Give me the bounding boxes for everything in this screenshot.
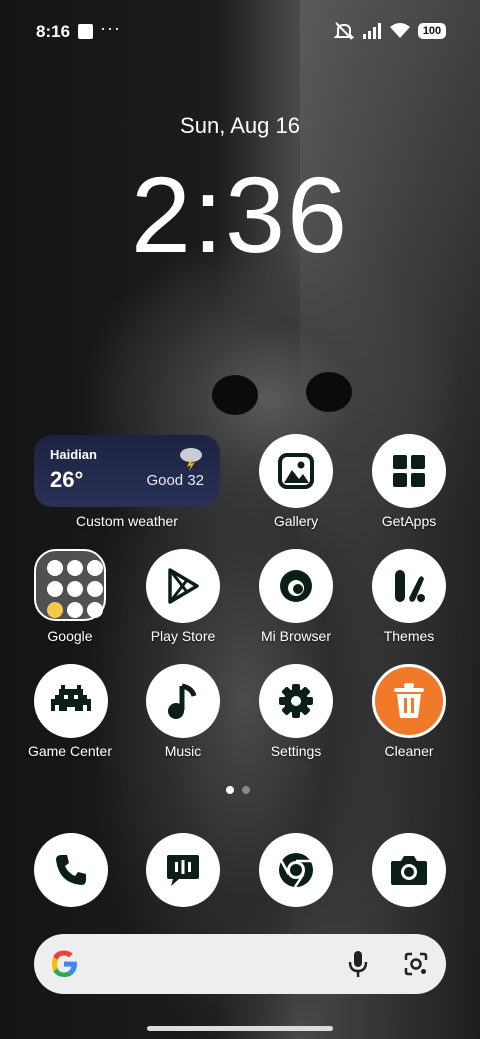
weather-label: Custom weather	[76, 513, 178, 529]
dock-chrome[interactable]	[259, 833, 333, 907]
dock-camera[interactable]	[372, 833, 446, 907]
weather-aqi: Good 32	[146, 472, 204, 489]
browser-icon	[280, 570, 312, 602]
google-search-bar[interactable]	[34, 934, 446, 994]
play-store-icon	[168, 568, 199, 604]
app-cleaner-label: Cleaner	[384, 743, 434, 759]
notification-icon	[78, 24, 93, 39]
dock-messages[interactable]	[146, 833, 220, 907]
app-getapps-label: GetApps	[381, 513, 437, 529]
folder-app-assistant-icon	[67, 602, 83, 618]
app-gallery[interactable]	[259, 434, 333, 508]
thunderstorm-icon	[180, 448, 202, 471]
weather-widget[interactable]: Haidian 26° Good 32	[34, 435, 220, 507]
lens-icon[interactable]	[403, 951, 429, 977]
app-game-center[interactable]	[34, 664, 108, 738]
owl-eye-right	[306, 372, 352, 412]
app-mi-browser[interactable]	[259, 549, 333, 623]
app-themes-label: Themes	[383, 628, 435, 644]
music-icon	[168, 683, 197, 719]
app-gallery-label: Gallery	[273, 513, 319, 529]
lock-clock: 2:36	[130, 154, 350, 275]
owl-eye-left	[212, 375, 258, 415]
microphone-icon[interactable]	[347, 949, 369, 979]
google-logo-icon	[51, 950, 77, 977]
app-settings-label: Settings	[270, 743, 322, 759]
status-time: 8:16	[36, 22, 71, 41]
dock-phone[interactable]	[34, 833, 108, 907]
lock-date: Sun, Aug 16	[180, 113, 300, 138]
status-icons: 100	[334, 22, 446, 40]
app-music-label: Music	[164, 743, 202, 759]
wifi-icon	[390, 23, 410, 38]
app-music[interactable]	[146, 664, 220, 738]
folder-google[interactable]	[34, 549, 106, 621]
battery-icon: 100	[418, 23, 446, 39]
page-dot	[242, 786, 250, 794]
themes-icon	[395, 570, 425, 602]
getapps-icon	[393, 455, 425, 487]
gear-icon	[279, 684, 313, 718]
app-settings[interactable]	[259, 664, 333, 738]
folder-app-drive-icon	[67, 581, 83, 597]
camera-icon	[391, 856, 427, 885]
folder-app-ytmusic-icon	[87, 581, 103, 597]
overflow-notifications: ···	[100, 18, 121, 38]
trash-icon	[394, 683, 424, 718]
signal-icon	[363, 23, 381, 39]
weather-temp: 26°	[50, 467, 84, 492]
folder-app-contacts-icon	[87, 602, 103, 618]
folder-app-maps-icon	[87, 560, 103, 576]
app-game-center-label: Game Center	[27, 743, 113, 759]
phone-icon	[56, 855, 86, 885]
weather-city: Haidian	[50, 447, 97, 462]
app-play-store[interactable]	[146, 549, 220, 623]
page-indicator[interactable]	[226, 786, 250, 794]
app-themes[interactable]	[372, 549, 446, 623]
folder-app-youtube-icon	[47, 581, 63, 597]
app-getapps[interactable]	[372, 434, 446, 508]
app-cleaner[interactable]	[372, 664, 446, 738]
app-mi-browser-label: Mi Browser	[260, 628, 331, 644]
folder-google-label: Google	[47, 628, 93, 644]
status-bar: 8:16 ··· 100	[0, 0, 480, 64]
game-center-icon	[51, 685, 91, 711]
gesture-home-bar[interactable]	[147, 1026, 333, 1031]
folder-app-photos-icon	[47, 602, 63, 618]
gallery-icon	[278, 453, 314, 489]
folder-app-google-icon	[47, 560, 63, 576]
folder-app-gmail-icon	[67, 560, 83, 576]
app-play-store-label: Play Store	[150, 628, 216, 644]
page-dot-active	[226, 786, 234, 794]
chrome-icon	[279, 853, 313, 888]
messages-icon	[167, 855, 199, 886]
mute-icon	[334, 22, 354, 40]
